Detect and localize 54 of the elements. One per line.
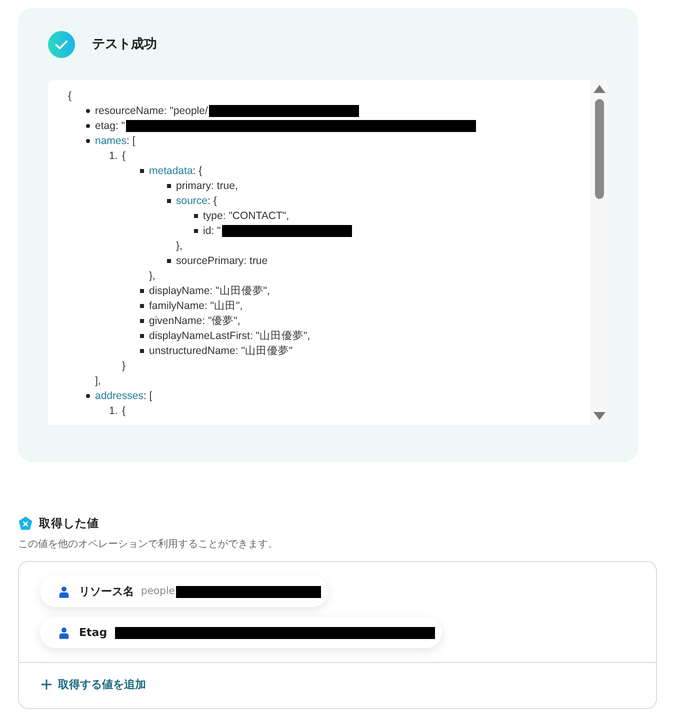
- scroll-up-icon[interactable]: [592, 85, 606, 93]
- bullet-icon: [86, 109, 90, 113]
- json-line: sourcePrimary: true: [176, 254, 268, 266]
- person-icon: [59, 626, 69, 638]
- json-line: }: [122, 360, 126, 372]
- list-number: 1.: [109, 404, 118, 416]
- status-title: テスト成功: [92, 36, 157, 53]
- bullet-icon: [167, 199, 170, 202]
- json-line: ],: [95, 374, 101, 386]
- value-chip[interactable]: Etag: [40, 617, 442, 648]
- bullet-icon: [167, 184, 170, 188]
- bullet-icon: [194, 229, 198, 232]
- json-line: primary: true,: [176, 180, 238, 192]
- value-chip[interactable]: リソース名 people: [40, 576, 328, 607]
- bullet-icon: [140, 304, 144, 308]
- json-line: },: [149, 270, 156, 282]
- bullet-icon: [140, 349, 144, 352]
- json-line: id: ": [203, 224, 221, 236]
- json-line: displayNameLastFirst: "山田優夢",: [149, 328, 310, 342]
- bullet-icon: [140, 319, 144, 322]
- json-line: names: [: [95, 134, 136, 146]
- variable-icon: [18, 516, 33, 531]
- add-value-link[interactable]: 取得する値を追加: [41, 677, 146, 692]
- section-description: この値を他のオペレーションで利用することができます。: [18, 538, 279, 551]
- json-line: metadata: {: [149, 164, 202, 176]
- bullet-icon: [86, 394, 90, 398]
- scrollbar[interactable]: [590, 80, 608, 425]
- scroll-thumb[interactable]: [594, 99, 604, 199]
- json-line: },: [176, 240, 182, 252]
- bullet-icon: [86, 139, 90, 143]
- json-line: type: "CONTACT",: [203, 210, 290, 222]
- json-line: unstructuredName: "山田優夢": [149, 344, 293, 358]
- json-line: source: {: [176, 194, 217, 206]
- bullet-icon: [86, 124, 90, 128]
- list-number: 1.: [109, 150, 118, 162]
- json-line: etag: ": [95, 120, 125, 132]
- json-line: givenName: "優夢",: [149, 314, 240, 328]
- json-line: {: [122, 150, 126, 162]
- section-title: 取得した値: [39, 516, 99, 531]
- check-icon: [48, 30, 75, 58]
- json-line: resourceName: "people/: [95, 104, 208, 116]
- scroll-down-icon[interactable]: [592, 412, 606, 420]
- json-line: {: [68, 90, 72, 102]
- bullet-icon: [140, 334, 144, 338]
- person-icon: [59, 586, 69, 598]
- json-line: displayName: "山田優夢",: [149, 284, 270, 298]
- json-line: addresses: [: [95, 390, 152, 402]
- json-line: {: [122, 404, 126, 416]
- bullet-icon: [140, 289, 144, 292]
- json-line: familyName: "山田",: [149, 298, 243, 312]
- plus-icon: [41, 679, 52, 690]
- bullet-icon: [194, 214, 198, 218]
- bullet-icon: [140, 169, 144, 172]
- bullet-icon: [167, 259, 170, 262]
